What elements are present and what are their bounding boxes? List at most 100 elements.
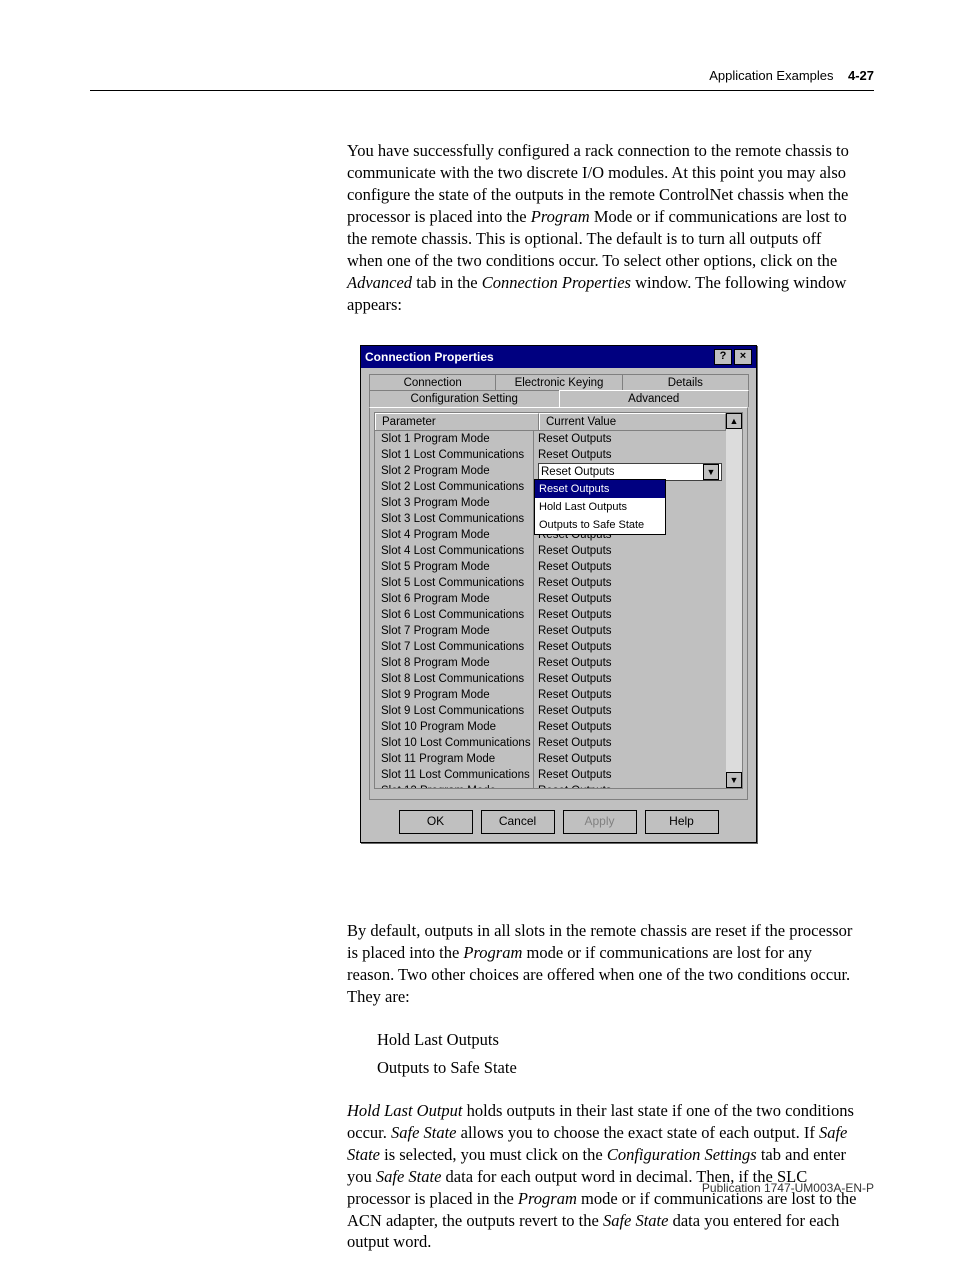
- value-cell[interactable]: Reset Outputs: [534, 639, 726, 655]
- value-cell[interactable]: Reset Outputs: [534, 431, 726, 447]
- dialog-tabs: Connection Electronic Keying Details Con…: [361, 368, 756, 802]
- table-row[interactable]: Slot 10 Program ModeReset Outputs: [375, 719, 726, 735]
- cancel-button[interactable]: Cancel: [481, 810, 555, 834]
- ok-button[interactable]: OK: [399, 810, 473, 834]
- param-cell: Slot 3 Lost Communications: [375, 511, 534, 527]
- value-cell[interactable]: Reset Outputs: [534, 607, 726, 623]
- dropdown-list[interactable]: Reset OutputsHold Last OutputsOutputs to…: [534, 479, 666, 535]
- param-cell: Slot 5 Lost Communications: [375, 575, 534, 591]
- dropdown-item[interactable]: Hold Last Outputs: [535, 498, 665, 516]
- table-row[interactable]: Slot 1 Lost CommunicationsReset Outputs: [375, 447, 726, 463]
- dropdown-value: Reset Outputs: [541, 464, 615, 480]
- value-cell[interactable]: Reset Outputs: [534, 751, 726, 767]
- param-cell: Slot 8 Lost Communications: [375, 671, 534, 687]
- table-row[interactable]: Slot 11 Program ModeReset Outputs: [375, 751, 726, 767]
- table-row[interactable]: Slot 8 Lost CommunicationsReset Outputs: [375, 671, 726, 687]
- value-cell[interactable]: Reset Outputs: [534, 687, 726, 703]
- table-row[interactable]: Slot 9 Program ModeReset Outputs: [375, 687, 726, 703]
- value-cell[interactable]: Reset Outputs: [534, 671, 726, 687]
- table-row[interactable]: Slot 5 Lost CommunicationsReset Outputs: [375, 575, 726, 591]
- param-cell: Slot 9 Program Mode: [375, 687, 534, 703]
- value-cell[interactable]: Reset Outputs: [534, 735, 726, 751]
- table-row[interactable]: Slot 6 Program ModeReset Outputs: [375, 591, 726, 607]
- header-rule: [90, 90, 874, 91]
- options-list: Hold Last Outputs Outputs to Safe State: [377, 1026, 857, 1082]
- value-cell[interactable]: Reset Outputs: [534, 559, 726, 575]
- paragraph-1: You have successfully configured a rack …: [347, 140, 857, 316]
- param-cell: Slot 7 Lost Communications: [375, 639, 534, 655]
- scroll-up-icon[interactable]: ▲: [726, 413, 742, 429]
- dropdown-item[interactable]: Outputs to Safe State: [535, 516, 665, 534]
- param-cell: Slot 10 Program Mode: [375, 719, 534, 735]
- table-row[interactable]: Slot 6 Lost CommunicationsReset Outputs: [375, 607, 726, 623]
- value-cell[interactable]: Reset Outputs: [534, 575, 726, 591]
- value-cell[interactable]: Reset Outputs: [534, 655, 726, 671]
- dialog-title: Connection Properties: [365, 350, 494, 364]
- param-cell: Slot 4 Lost Communications: [375, 543, 534, 559]
- param-cell: Slot 3 Program Mode: [375, 495, 534, 511]
- page-body: You have successfully configured a rack …: [347, 140, 857, 330]
- paragraph-3: Hold Last Output holds outputs in their …: [347, 1100, 857, 1254]
- tabpage-advanced: ▲ ▼ Parameter Current Value Slot 1 Progr…: [369, 407, 748, 800]
- value-cell[interactable]: Reset Outputs: [534, 703, 726, 719]
- tab-details[interactable]: Details: [622, 374, 749, 391]
- value-cell[interactable]: Reset Outputs: [534, 783, 726, 789]
- param-cell: Slot 11 Program Mode: [375, 751, 534, 767]
- table-row[interactable]: Slot 7 Lost CommunicationsReset Outputs: [375, 639, 726, 655]
- value-cell[interactable]: Reset Outputs: [534, 767, 726, 783]
- param-cell: Slot 1 Lost Communications: [375, 447, 534, 463]
- param-cell: Slot 9 Lost Communications: [375, 703, 534, 719]
- table-row[interactable]: Slot 4 Lost CommunicationsReset Outputs: [375, 543, 726, 559]
- help-icon[interactable]: ?: [714, 349, 732, 365]
- table-row[interactable]: Slot 12 Program ModeReset Outputs: [375, 783, 726, 789]
- tab-electronic-keying[interactable]: Electronic Keying: [495, 374, 622, 391]
- page-footer: Publication 1747-UM003A-EN-P: [90, 1181, 874, 1195]
- value-cell[interactable]: Reset Outputs: [534, 543, 726, 559]
- col-current-value[interactable]: Current Value: [539, 413, 726, 430]
- running-head: Application Examples: [709, 68, 833, 83]
- grid-header: Parameter Current Value: [375, 413, 726, 431]
- dialog-buttons: OK Cancel Apply Help: [361, 802, 756, 842]
- chevron-down-icon[interactable]: ▼: [703, 464, 719, 480]
- param-cell: Slot 2 Lost Communications: [375, 479, 534, 495]
- table-row[interactable]: Slot 8 Program ModeReset Outputs: [375, 655, 726, 671]
- value-cell[interactable]: Reset Outputs: [534, 719, 726, 735]
- table-row[interactable]: Slot 10 Lost CommunicationsReset Outputs: [375, 735, 726, 751]
- value-cell[interactable]: Reset Outputs: [534, 447, 726, 463]
- param-cell: Slot 6 Program Mode: [375, 591, 534, 607]
- param-cell: Slot 6 Lost Communications: [375, 607, 534, 623]
- table-row[interactable]: Slot 1 Program ModeReset Outputs: [375, 431, 726, 447]
- param-cell: Slot 10 Lost Communications: [375, 735, 534, 751]
- value-cell[interactable]: Reset Outputs▼Reset OutputsHold Last Out…: [534, 463, 726, 479]
- page-body-lower: By default, outputs in all slots in the …: [347, 920, 857, 1267]
- option-safe-state: Outputs to Safe State: [377, 1054, 857, 1082]
- grid-scrollbar[interactable]: ▲ ▼: [726, 413, 742, 788]
- help-button[interactable]: Help: [645, 810, 719, 834]
- scroll-down-icon[interactable]: ▼: [726, 772, 742, 788]
- table-row[interactable]: Slot 2 Program ModeReset Outputs▼Reset O…: [375, 463, 726, 479]
- dropdown-item[interactable]: Reset Outputs: [535, 480, 665, 498]
- tab-connection[interactable]: Connection: [369, 374, 496, 391]
- value-cell[interactable]: Reset Outputs: [534, 591, 726, 607]
- tab-advanced[interactable]: Advanced: [559, 390, 750, 407]
- value-cell[interactable]: Reset Outputs: [534, 623, 726, 639]
- param-cell: Slot 8 Program Mode: [375, 655, 534, 671]
- close-icon[interactable]: ×: [734, 349, 752, 365]
- tab-configuration-setting[interactable]: Configuration Setting: [369, 390, 560, 407]
- connection-properties-dialog: Connection Properties ? × Connection Ele…: [360, 345, 757, 843]
- param-cell: Slot 1 Program Mode: [375, 431, 534, 447]
- apply-button: Apply: [563, 810, 637, 834]
- param-cell: Slot 4 Program Mode: [375, 527, 534, 543]
- option-hold-last: Hold Last Outputs: [377, 1026, 857, 1054]
- parameter-grid: ▲ ▼ Parameter Current Value Slot 1 Progr…: [374, 412, 743, 789]
- table-row[interactable]: Slot 5 Program ModeReset Outputs: [375, 559, 726, 575]
- table-row[interactable]: Slot 11 Lost CommunicationsReset Outputs: [375, 767, 726, 783]
- dialog-titlebar[interactable]: Connection Properties ? ×: [361, 346, 756, 368]
- grid-body: Slot 1 Program ModeReset OutputsSlot 1 L…: [375, 431, 726, 789]
- table-row[interactable]: Slot 7 Program ModeReset Outputs: [375, 623, 726, 639]
- page-number: 4-27: [848, 68, 874, 83]
- col-parameter[interactable]: Parameter: [375, 413, 539, 430]
- table-row[interactable]: Slot 9 Lost CommunicationsReset Outputs: [375, 703, 726, 719]
- paragraph-2: By default, outputs in all slots in the …: [347, 920, 857, 1008]
- param-cell: Slot 11 Lost Communications: [375, 767, 534, 783]
